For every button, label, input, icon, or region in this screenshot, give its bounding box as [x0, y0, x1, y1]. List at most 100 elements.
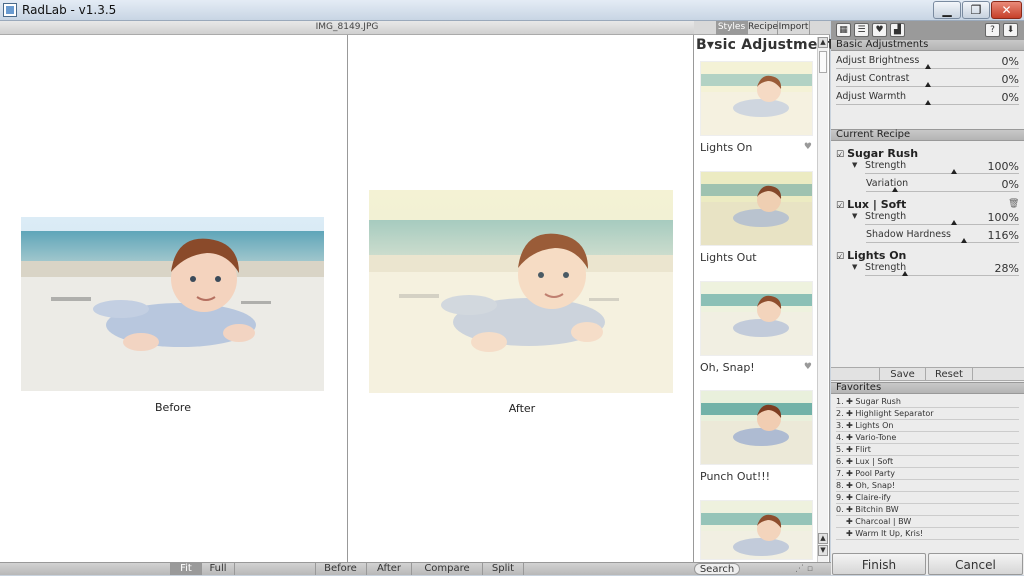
- slider-track[interactable]: [865, 173, 1019, 174]
- slider-track[interactable]: [865, 275, 1019, 276]
- minimize-button[interactable]: ▁: [933, 1, 961, 19]
- tab-recipe[interactable]: Recipe: [748, 21, 778, 35]
- window-title: RadLab - v1.3.5: [22, 3, 117, 17]
- strip-scrollbar[interactable]: ▲ ▲ ▼: [817, 37, 828, 562]
- slider-row[interactable]: Strength 100%: [865, 160, 1019, 178]
- before-view-button[interactable]: Before: [315, 563, 365, 575]
- favorite-item[interactable]: 7. ✚ Pool Party: [836, 468, 1019, 480]
- fit-button[interactable]: Fit: [170, 563, 201, 575]
- slider-row[interactable]: Shadow Hardness 116%: [866, 229, 1019, 247]
- thumbnail-image: [700, 171, 813, 246]
- recipe-style-header[interactable]: ☑ Sugar Rush: [836, 147, 918, 160]
- scroll-thumb[interactable]: [819, 51, 827, 73]
- expand-triangle-icon[interactable]: ▼: [852, 161, 857, 169]
- slider-handle[interactable]: [925, 82, 931, 87]
- slider-handle[interactable]: [892, 187, 898, 192]
- slider-handle[interactable]: [961, 238, 967, 243]
- style-thumbnail[interactable]: Lights On ♥: [700, 61, 813, 154]
- cancel-button[interactable]: Cancel: [928, 553, 1023, 575]
- reset-button[interactable]: Reset: [925, 368, 973, 381]
- favorite-item[interactable]: 9. ✚ Claire-ify: [836, 492, 1019, 504]
- slider-track[interactable]: [866, 242, 1019, 243]
- full-button[interactable]: Full: [201, 563, 235, 575]
- slider-handle[interactable]: [925, 64, 931, 69]
- favorite-item[interactable]: 8. ✚ Oh, Snap!: [836, 480, 1019, 492]
- favorite-item[interactable]: ✚ Charcoal | BW: [836, 516, 1019, 528]
- split-view-button[interactable]: Split: [482, 563, 524, 575]
- slider-handle[interactable]: [951, 169, 957, 174]
- slider-label: Strength: [865, 262, 907, 273]
- style-thumbnail[interactable]: Punch Out!!!: [700, 390, 813, 483]
- favorite-item[interactable]: 3. ✚ Lights On: [836, 420, 1019, 432]
- close-button[interactable]: ✕: [991, 1, 1022, 19]
- help-icon[interactable]: ?: [985, 23, 1000, 37]
- download-icon[interactable]: ⬇: [1003, 23, 1018, 37]
- scroll-down-button[interactable]: ▼: [818, 545, 828, 556]
- tab-styles[interactable]: Styles: [716, 21, 748, 35]
- heart-icon[interactable]: ♥: [804, 362, 812, 372]
- finish-button[interactable]: Finish: [832, 553, 926, 575]
- checkbox-icon[interactable]: ☑: [836, 252, 844, 262]
- tab-import[interactable]: Import: [778, 21, 810, 35]
- after-view-button[interactable]: After: [366, 563, 411, 575]
- recipe-style-header[interactable]: ☑ Lux | Soft: [836, 198, 906, 211]
- slider-row[interactable]: Adjust Warmth 0%: [836, 91, 1019, 109]
- style-thumbnail[interactable]: [700, 500, 813, 560]
- save-reset-bar: Save Reset: [831, 367, 1024, 381]
- checkbox-icon[interactable]: ☑: [836, 201, 844, 211]
- favorite-item[interactable]: 5. ✚ Flirt: [836, 444, 1019, 456]
- slider-handle[interactable]: [902, 271, 908, 276]
- strip-tabs: Styles Recipe Import: [694, 21, 830, 35]
- before-label: Before: [155, 401, 191, 414]
- search-button[interactable]: Search: [694, 563, 740, 575]
- expand-triangle-icon[interactable]: ▼: [852, 263, 857, 271]
- favorite-item[interactable]: 1. ✚ Sugar Rush: [836, 396, 1019, 408]
- favorite-item[interactable]: 2. ✚ Highlight Separator: [836, 408, 1019, 420]
- slider-value: 116%: [987, 229, 1019, 242]
- expand-triangle-icon[interactable]: ▼: [852, 212, 857, 220]
- panel-toolbar: ▦ ☰ ♥ ▟ ? ⬇: [831, 21, 1024, 39]
- slider-row[interactable]: Adjust Contrast 0%: [836, 73, 1019, 91]
- favorite-item[interactable]: 0. ✚ Bitchin BW: [836, 504, 1019, 516]
- current-recipe-header: Current Recipe: [831, 129, 1024, 141]
- favorite-item[interactable]: ✚ Warm It Up, Kris!: [836, 528, 1019, 540]
- slider-handle[interactable]: [925, 100, 931, 105]
- slider-label: Variation: [866, 178, 909, 189]
- save-button[interactable]: Save: [879, 368, 925, 381]
- scroll-up-button[interactable]: ▲: [818, 37, 828, 48]
- compare-view-button[interactable]: Compare: [411, 563, 482, 575]
- thumbnail-image: [700, 281, 813, 356]
- style-thumbnail[interactable]: Oh, Snap! ♥: [700, 281, 813, 374]
- slider-label: Strength: [865, 211, 907, 222]
- checkbox-icon[interactable]: ☑: [836, 150, 844, 160]
- before-photo: [21, 217, 324, 391]
- slider-value: 28%: [994, 262, 1019, 275]
- slider-row[interactable]: Strength 28%: [865, 262, 1019, 280]
- size-grip-icon[interactable]: ⋰ ▫: [795, 564, 813, 574]
- slider-value: 0%: [1001, 55, 1019, 68]
- scroll-up-button[interactable]: ▲: [818, 533, 828, 544]
- trash-icon[interactable]: 🗑: [1008, 199, 1019, 209]
- list-icon[interactable]: ☰: [854, 23, 869, 37]
- slider-label: Adjust Contrast: [836, 73, 910, 84]
- slider-row[interactable]: Strength 100%: [865, 211, 1019, 229]
- maximize-button[interactable]: ❐: [962, 1, 990, 19]
- heart-icon[interactable]: ♥: [804, 142, 812, 152]
- slider-handle[interactable]: [951, 220, 957, 225]
- recipe-style-name: Lights On: [847, 249, 907, 262]
- slider-track[interactable]: [865, 224, 1019, 225]
- recipe-style-header[interactable]: ☑ Lights On: [836, 249, 906, 262]
- style-thumbnail[interactable]: Lights Out: [700, 171, 813, 264]
- grid-icon[interactable]: ▦: [836, 23, 851, 37]
- recipe-style-name: Lux | Soft: [847, 198, 907, 211]
- favorite-item[interactable]: 4. ✚ Vario-Tone: [836, 432, 1019, 444]
- slider-track[interactable]: [866, 191, 1019, 192]
- chart-icon[interactable]: ▟: [890, 23, 905, 37]
- slider-row[interactable]: Adjust Brightness 0%: [836, 55, 1019, 73]
- slider-label: Adjust Brightness: [836, 55, 920, 66]
- heart-icon[interactable]: ♥: [872, 23, 887, 37]
- slider-row[interactable]: Variation 0%: [866, 178, 1019, 196]
- bottom-toolbar: Fit Full Before After Compare Split Sear…: [0, 562, 831, 575]
- split-divider[interactable]: [347, 35, 348, 562]
- favorite-item[interactable]: 6. ✚ Lux | Soft: [836, 456, 1019, 468]
